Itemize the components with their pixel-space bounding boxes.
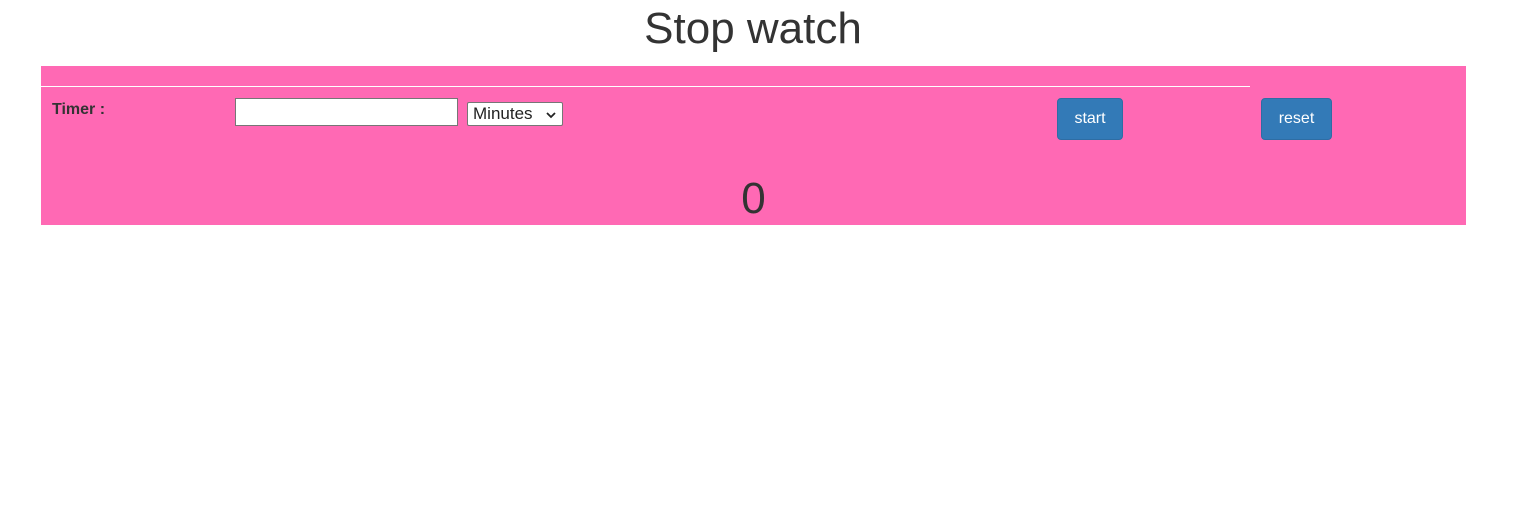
unit-select[interactable]: Minutes [467,102,563,126]
chevron-down-icon [546,112,556,119]
elapsed-time-display: 0 [741,174,766,223]
reset-button[interactable]: reset [1261,98,1332,140]
stopwatch-panel: Timer : Minutes start reset 0 [41,66,1466,225]
unit-select-value: Minutes [473,104,533,123]
page-title: Stop watch [644,4,862,53]
timer-label: Timer : [52,101,106,118]
start-button-label: start [1074,110,1106,127]
start-button[interactable]: start [1057,98,1123,140]
panel-divider [41,86,1250,87]
reset-button-label: reset [1278,110,1315,127]
timer-input[interactable] [235,98,458,126]
